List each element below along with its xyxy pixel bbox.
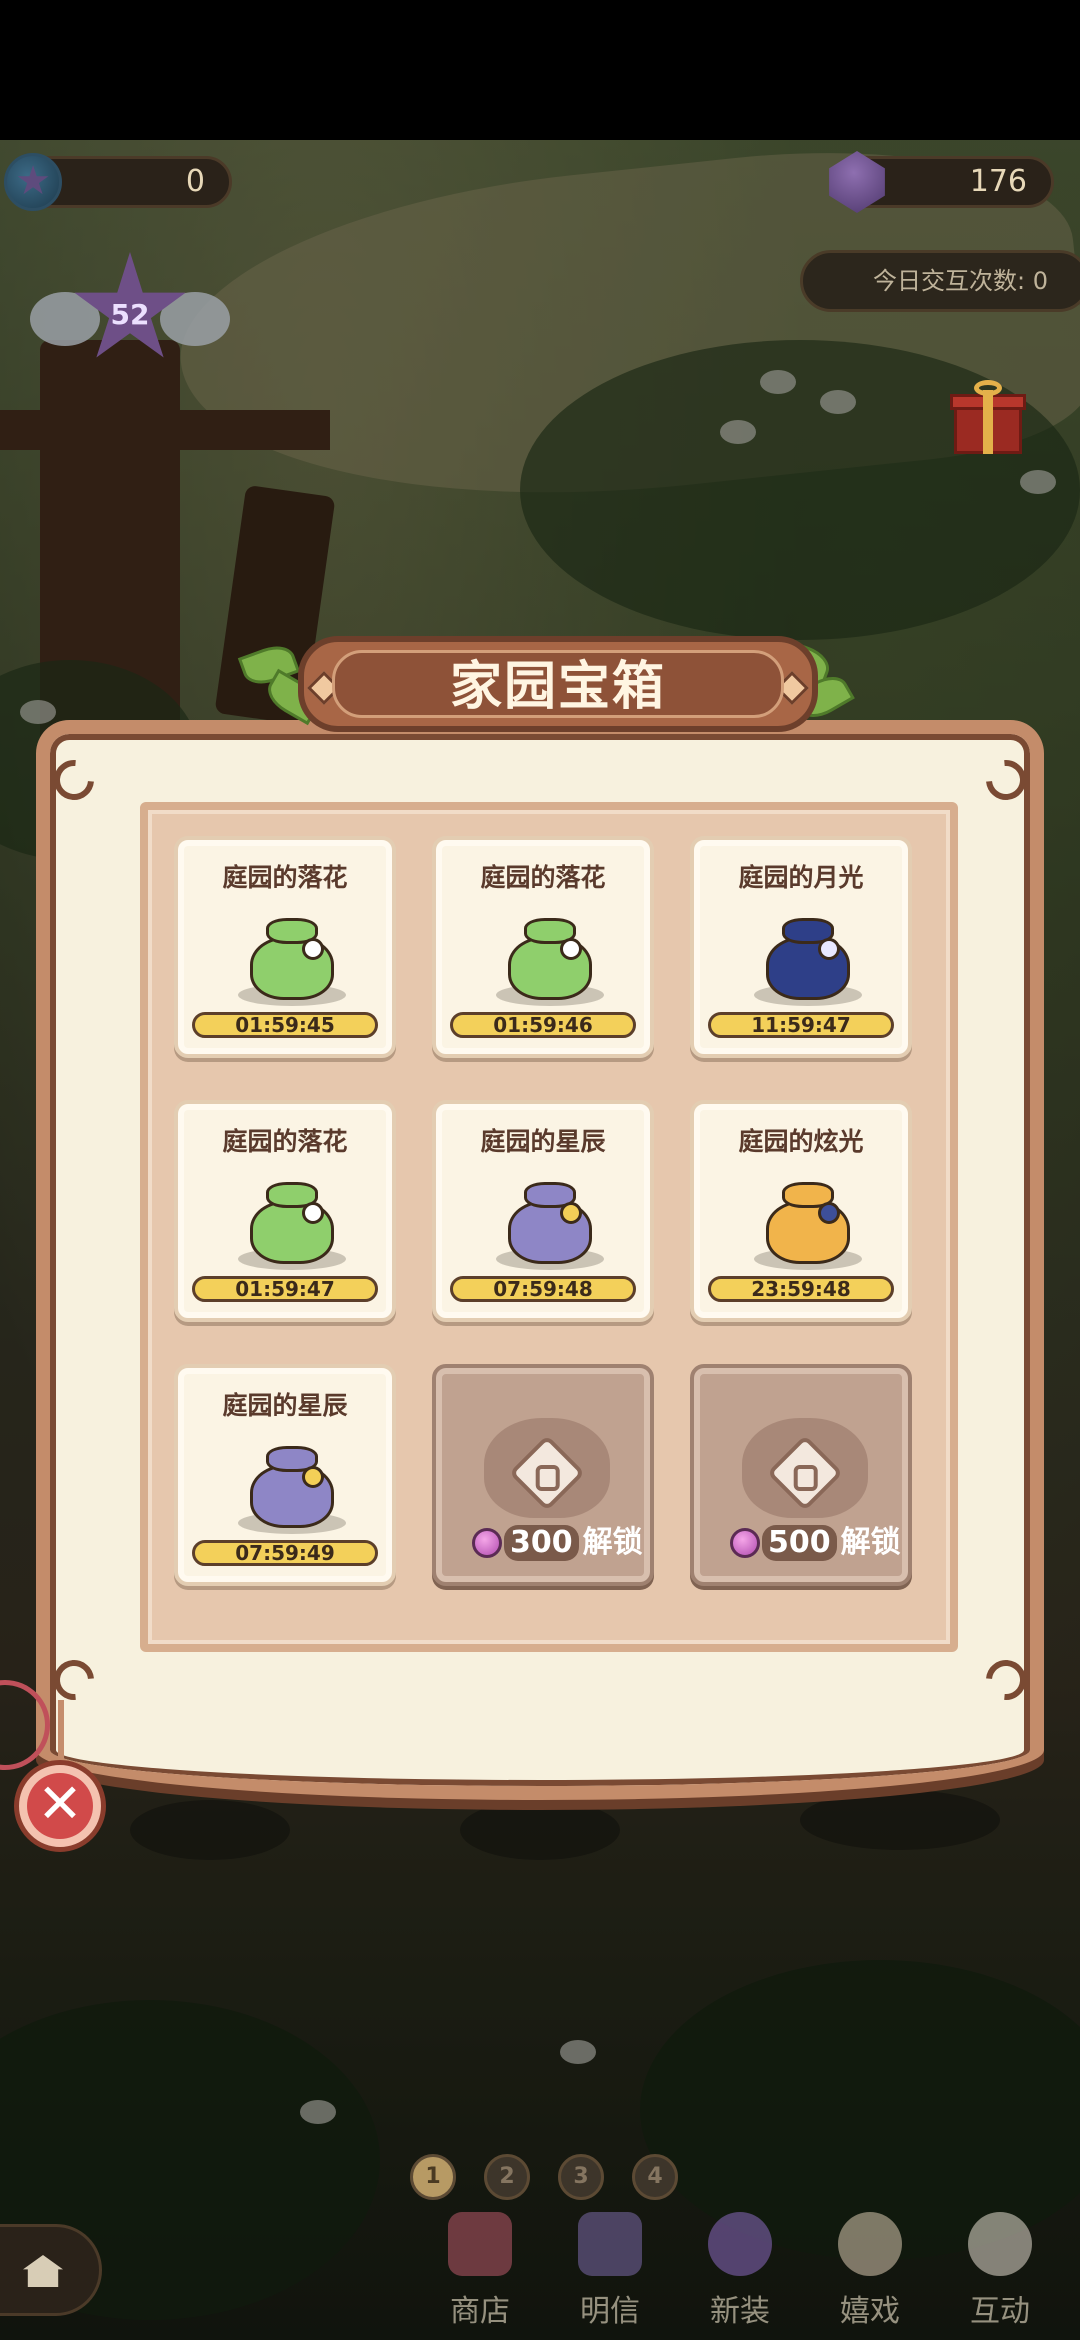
chest-slot-6[interactable]: 庭园的炫光 23:59:48 [690, 1100, 912, 1322]
shop-icon [448, 2212, 512, 2276]
chest-name: 庭园的月光 [738, 863, 864, 892]
gem-icon [472, 1527, 502, 1558]
star-bag-icon [496, 1176, 604, 1272]
chest-timer: 01:59:46 [450, 1012, 636, 1038]
chest-grid: 庭园的落花 01:59:45 庭园的落花 01:59:46 庭园的月光 11:5… [140, 802, 958, 1652]
chest-slot-5[interactable]: 庭园的星辰 07:59:48 [432, 1100, 654, 1322]
daily-interaction-counter: 今日交互次数: 0 [800, 250, 1080, 312]
chest-name: 庭园的炫光 [738, 1127, 864, 1156]
unlock-button[interactable]: 500 解锁 [730, 1524, 901, 1561]
chest-timer: 07:59:48 [450, 1276, 636, 1302]
interact-icon [968, 2212, 1032, 2276]
chest-name: 庭园的落花 [222, 1127, 348, 1156]
chest-slot-1[interactable]: 庭园的落花 01:59:45 [174, 836, 396, 1058]
green-bag-icon [238, 1176, 346, 1272]
play-icon [838, 2212, 902, 2276]
chest-slot-2[interactable]: 庭园的落花 01:59:46 [432, 836, 654, 1058]
chest-timer: 01:59:45 [192, 1012, 378, 1038]
nav-postcard[interactable]: 明信 [550, 2200, 670, 2340]
title-banner: 家园宝箱 [298, 636, 818, 732]
outfit-icon [708, 2212, 772, 2276]
nav-shop[interactable]: 商店 [420, 2200, 540, 2340]
unlock-label: 解锁 [840, 1524, 901, 1560]
green-bag-icon [496, 912, 604, 1008]
rope-decoration [58, 1700, 64, 1766]
chest-slot-3[interactable]: 庭园的月光 11:59:47 [690, 836, 912, 1058]
chest-slot-7[interactable]: 庭园的星辰 07:59:49 [174, 1364, 396, 1586]
chest-name: 庭园的落花 [480, 863, 606, 892]
page-indicator: 1 2 3 4 [0, 2154, 1080, 2204]
chest-name: 庭园的星辰 [222, 1391, 348, 1420]
close-icon: ✕ [27, 1773, 93, 1839]
nav-label: 嬉戏 [840, 2294, 900, 2329]
nav-play[interactable]: 嬉戏 [810, 2200, 930, 2340]
chest-name: 庭园的星辰 [480, 1127, 606, 1156]
chest-timer: 23:59:48 [708, 1276, 894, 1302]
chest-timer: 07:59:49 [192, 1540, 378, 1566]
postcard-icon [578, 2212, 642, 2276]
chest-timer: 01:59:47 [192, 1276, 378, 1302]
unlock-label: 解锁 [582, 1524, 643, 1560]
gem-icon [730, 1527, 760, 1558]
unlock-button[interactable]: 300 解锁 [472, 1524, 643, 1561]
star-bag-icon [238, 1440, 346, 1536]
unlock-cost: 300 [504, 1524, 579, 1561]
nav-label: 明信 [580, 2294, 640, 2329]
moonlight-bag-icon [754, 912, 862, 1008]
daily-interaction-label: 今日交互次数: 0 [873, 267, 1048, 295]
page-dot-3[interactable]: 3 [558, 2154, 604, 2200]
gem-count: 176 [969, 164, 1027, 199]
home-chest-dialog: 家园宝箱 庭园的落花 01:59:45 庭园的落花 01:59:46 庭园的月光… [36, 636, 1044, 1820]
nav-outfit[interactable]: 新装 [680, 2200, 800, 2340]
nav-label: 新装 [710, 2294, 770, 2329]
star-currency-icon [4, 153, 62, 211]
nav-label: 互动 [970, 2294, 1030, 2329]
green-bag-icon [238, 912, 346, 1008]
gift-box-icon[interactable] [950, 380, 1026, 456]
chest-slot-4[interactable]: 庭园的落花 01:59:47 [174, 1100, 396, 1322]
page-dot-2[interactable]: 2 [484, 2154, 530, 2200]
dialog-title: 家园宝箱 [332, 650, 784, 718]
chest-name: 庭园的落花 [222, 863, 348, 892]
level-badge[interactable]: 52 [30, 252, 230, 392]
chest-timer: 11:59:47 [708, 1012, 894, 1038]
star-count: 0 [185, 164, 205, 199]
bottom-nav: 商店 明信 新装 嬉戏 互动 [0, 2200, 1080, 2340]
status-bar [0, 0, 1080, 140]
page-dot-1[interactable]: 1 [410, 2154, 456, 2200]
page-dot-4[interactable]: 4 [632, 2154, 678, 2200]
gold-bag-icon [754, 1176, 862, 1272]
level-number: 52 [110, 298, 150, 331]
close-button[interactable]: ✕ [14, 1760, 106, 1852]
unlock-cost: 500 [762, 1524, 837, 1561]
nav-label: 商店 [450, 2294, 510, 2329]
locked-slot-2[interactable]: 500 解锁 [690, 1364, 912, 1586]
locked-slot-1[interactable]: 300 解锁 [432, 1364, 654, 1586]
nav-interact[interactable]: 互动 [940, 2200, 1060, 2340]
